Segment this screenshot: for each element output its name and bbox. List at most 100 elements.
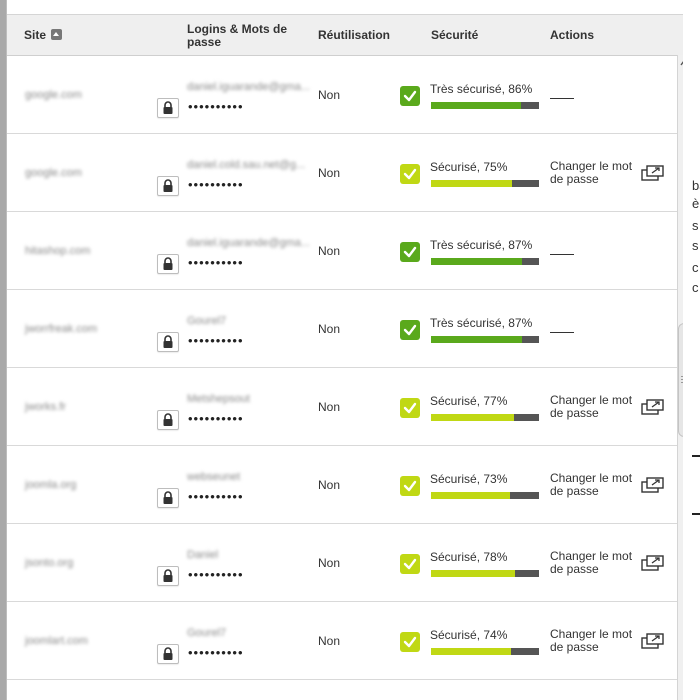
site-name[interactable]: jworrfreak.com [25, 323, 97, 335]
change-password-link[interactable]: Changer le mot de passe [550, 472, 638, 498]
scroll-up-arrow-icon[interactable] [679, 57, 683, 69]
change-password-link[interactable]: Changer le mot de passe [550, 550, 638, 576]
table-row[interactable]: joomlart.com Gourel7 •••••••••• Non Sécurisé… [7, 602, 677, 680]
lock-icon [163, 335, 173, 348]
security-strength-fill [431, 492, 510, 499]
password-mask: •••••••••• [188, 177, 244, 192]
security-strength-bar [431, 648, 539, 655]
no-action-dash [550, 254, 574, 255]
column-header-security[interactable]: Sécurité [431, 28, 478, 42]
lock-button[interactable] [157, 254, 179, 274]
reuse-value: Non [318, 400, 341, 414]
security-label: Sécurisé, 73% [430, 472, 508, 486]
security-strength-fill [431, 180, 512, 187]
password-mask: •••••••••• [188, 411, 244, 426]
login-value: webseunet [187, 471, 241, 483]
scrollbar-thumb[interactable] [678, 323, 683, 437]
password-list-panel: Site Logins & Mots de passe Réutilisatio… [6, 0, 683, 700]
reuse-value: Non [318, 88, 341, 102]
lock-icon [163, 569, 173, 582]
security-strength-fill [431, 648, 511, 655]
column-header-reuse[interactable]: Réutilisation [318, 28, 390, 42]
lock-icon [163, 413, 173, 426]
site-name[interactable]: joomlart.com [25, 635, 88, 647]
lock-icon [163, 179, 173, 192]
security-strength-bar [431, 492, 539, 499]
lock-button[interactable] [157, 644, 179, 664]
lock-button[interactable] [157, 410, 179, 430]
security-strength-fill [431, 336, 522, 343]
table-header: Site Logins & Mots de passe Réutilisatio… [7, 15, 683, 56]
sort-ascending-icon[interactable] [51, 29, 63, 40]
table-row[interactable]: jworks.fr Metshepsout •••••••••• Non Sécuris… [7, 368, 677, 446]
lock-icon [163, 101, 173, 114]
reuse-value: Non [318, 556, 341, 570]
password-mask: •••••••••• [188, 489, 244, 504]
password-mask: •••••••••• [188, 333, 244, 348]
column-header-site[interactable]: Site [24, 28, 63, 42]
background-text: c [692, 260, 699, 275]
security-label: Très sécurisé, 87% [430, 238, 533, 252]
reuse-value: Non [318, 322, 341, 336]
change-password-link[interactable]: Changer le mot de passe [550, 160, 638, 186]
security-check-icon [400, 320, 420, 340]
scrollbar[interactable] [677, 55, 683, 700]
site-name[interactable]: jworks.fr [25, 401, 66, 413]
lock-icon [163, 491, 173, 504]
background-divider [692, 455, 700, 457]
password-mask: •••••••••• [188, 567, 244, 582]
change-password-link[interactable]: Changer le mot de passe [550, 394, 638, 420]
site-name[interactable]: hitashop.com [25, 245, 90, 257]
lock-button[interactable] [157, 488, 179, 508]
login-value: Gourel7 [187, 627, 227, 639]
security-check-icon [400, 86, 420, 106]
login-value: Daniel [187, 549, 219, 561]
table-row[interactable]: jsonto.org Daniel •••••••••• Non Sécurisé, 7… [7, 524, 677, 602]
site-name[interactable]: google.com [25, 167, 82, 179]
table-row[interactable]: google.com daniel.iguarande@gma... •••••••… [7, 56, 677, 134]
security-strength-fill [431, 258, 522, 265]
open-external-icon[interactable] [640, 632, 666, 650]
lock-button[interactable] [157, 98, 179, 118]
security-label: Très sécurisé, 86% [430, 82, 533, 96]
security-strength-bar [431, 180, 539, 187]
login-value: Metshepsout [187, 393, 250, 405]
table-row[interactable]: joomla.org webseunet •••••••••• Non Sécurisé… [7, 446, 677, 524]
login-value: Gourel7 [187, 315, 227, 327]
panel-top-edge [7, 0, 683, 15]
lock-button[interactable] [157, 332, 179, 352]
column-header-logins-line2: passe [187, 35, 222, 49]
table-row[interactable]: google.com daniel.cold.sau.net@g... ••••••… [7, 134, 677, 212]
password-mask: •••••••••• [188, 255, 244, 270]
open-external-icon[interactable] [640, 398, 666, 416]
table-row[interactable]: jworrfreak.com Gourel7 •••••••••• Non Très s… [7, 290, 677, 368]
open-external-icon[interactable] [640, 554, 666, 572]
security-check-icon [400, 554, 420, 574]
login-value: daniel.iguarande@gma... [187, 237, 309, 249]
background-text: s [692, 218, 699, 233]
password-mask: •••••••••• [188, 99, 244, 114]
background-text: s [692, 238, 699, 253]
lock-button[interactable] [157, 176, 179, 196]
login-value: daniel.iguarande@gma... [187, 81, 309, 93]
reuse-value: Non [318, 166, 341, 180]
open-external-icon[interactable] [640, 476, 666, 494]
security-check-icon [400, 242, 420, 262]
background-window [680, 0, 700, 700]
security-strength-bar [431, 258, 539, 265]
reuse-value: Non [318, 634, 341, 648]
lock-button[interactable] [157, 566, 179, 586]
background-text: c [692, 280, 699, 295]
column-header-site-label: Site [24, 28, 47, 42]
change-password-link[interactable]: Changer le mot de passe [550, 628, 638, 654]
site-name[interactable]: jsonto.org [25, 557, 73, 569]
security-check-icon [400, 476, 420, 496]
site-name[interactable]: joomla.org [25, 479, 76, 491]
open-external-icon[interactable] [640, 164, 666, 182]
security-strength-fill [431, 570, 515, 577]
site-name[interactable]: google.com [25, 89, 82, 101]
column-header-actions: Actions [550, 28, 595, 42]
table-row[interactable]: hitashop.com daniel.iguarande@gma... •••••… [7, 212, 677, 290]
background-text: ba [692, 178, 700, 193]
column-header-logins[interactable]: Logins & Mots de passe [187, 23, 287, 49]
